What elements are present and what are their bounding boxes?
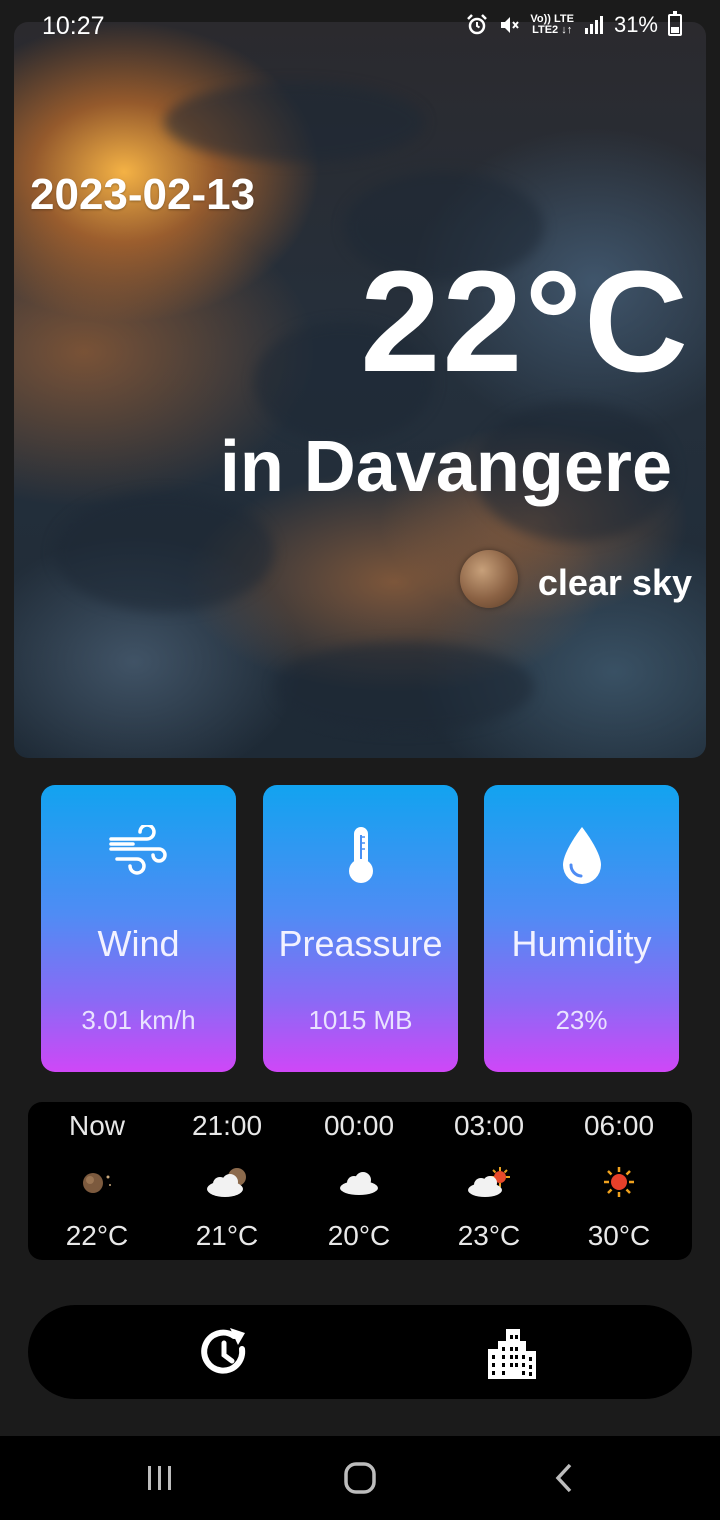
humidity-label: Humidity xyxy=(511,923,652,964)
forecast-time: Now xyxy=(68,1110,125,1141)
weather-description: clear sky xyxy=(537,562,692,603)
mute-icon xyxy=(501,17,520,33)
forecast-temp: 22°C xyxy=(65,1220,129,1251)
refresh-clock-icon xyxy=(201,1328,246,1374)
location-label: in Davangere xyxy=(219,427,672,507)
forecast-item: 06:00 30°C xyxy=(554,1102,684,1260)
status-bar: 10:27 Vo)) LTE LTE2 ↓↑ 31% xyxy=(0,0,720,52)
status-time: 10:27 xyxy=(42,12,105,40)
forecast-time: 06:00 xyxy=(583,1110,655,1141)
status-icons: Vo)) LTE LTE2 ↓↑ 31% xyxy=(466,11,682,38)
system-nav-bar xyxy=(0,1436,720,1520)
battery-percentage: 31% xyxy=(613,12,658,37)
recent-apps-icon xyxy=(148,1466,171,1490)
night-clear-icon xyxy=(32,1164,162,1200)
hero-card: 2023-02-13 22°C in Davangere clear sky xyxy=(14,22,706,758)
pressure-label: Preassure xyxy=(278,923,443,964)
water-drop-icon xyxy=(484,825,679,885)
weather-screen: 2023-02-13 22°C in Davangere clear sky 1… xyxy=(0,0,720,1520)
hourly-forecast: Now 22°C 21:00 21°C 00:00 20°C 03:00 23°… xyxy=(28,1102,692,1260)
wind-icon xyxy=(41,825,236,885)
battery-icon xyxy=(668,11,682,36)
back-button[interactable] xyxy=(534,1456,594,1500)
sun-icon xyxy=(554,1164,684,1200)
forecast-time: 21:00 xyxy=(191,1110,263,1141)
night-partly-cloudy-icon xyxy=(162,1164,292,1200)
refresh-button[interactable] xyxy=(194,1323,254,1383)
recent-apps-button[interactable] xyxy=(130,1456,190,1500)
cloud-icon xyxy=(294,1164,424,1200)
forecast-item: 03:00 23°C xyxy=(424,1102,554,1260)
home-button[interactable] xyxy=(330,1456,390,1500)
forecast-temp: 23°C xyxy=(457,1220,521,1251)
alarm-icon xyxy=(467,14,488,35)
forecast-time: 00:00 xyxy=(323,1110,395,1141)
forecast-item: 21:00 21°C xyxy=(162,1102,292,1260)
wind-value: 3.01 km/h xyxy=(81,1005,196,1035)
thermometer-icon xyxy=(263,825,458,885)
forecast-time: 03:00 xyxy=(453,1110,525,1141)
wind-label: Wind xyxy=(97,923,180,964)
network-indicator: Vo)) LTE LTE2 ↓↑ xyxy=(530,13,574,36)
back-icon xyxy=(555,1463,572,1493)
action-bar xyxy=(28,1305,692,1399)
forecast-temp: 20°C xyxy=(327,1220,391,1251)
forecast-item: Now 22°C xyxy=(32,1102,162,1260)
partly-sunny-icon xyxy=(424,1164,554,1200)
home-icon xyxy=(344,1462,376,1494)
wind-card: Wind 3.01 km/h xyxy=(41,785,236,1072)
city-buildings-icon xyxy=(488,1329,536,1379)
date-label: 2023-02-13 xyxy=(30,170,256,219)
pressure-card: Preassure 1015 MB xyxy=(263,785,458,1072)
humidity-card: Humidity 23% xyxy=(484,785,679,1072)
city-button[interactable] xyxy=(482,1323,542,1383)
pressure-value: 1015 MB xyxy=(308,1005,413,1035)
forecast-temp: 30°C xyxy=(587,1220,651,1251)
forecast-temp: 21°C xyxy=(195,1220,259,1251)
humidity-value: 23% xyxy=(555,1005,608,1035)
signal-icon xyxy=(584,16,603,34)
moon-icon xyxy=(460,550,518,608)
current-temperature: 22°C xyxy=(360,241,690,402)
forecast-item: 00:00 20°C xyxy=(294,1102,424,1260)
